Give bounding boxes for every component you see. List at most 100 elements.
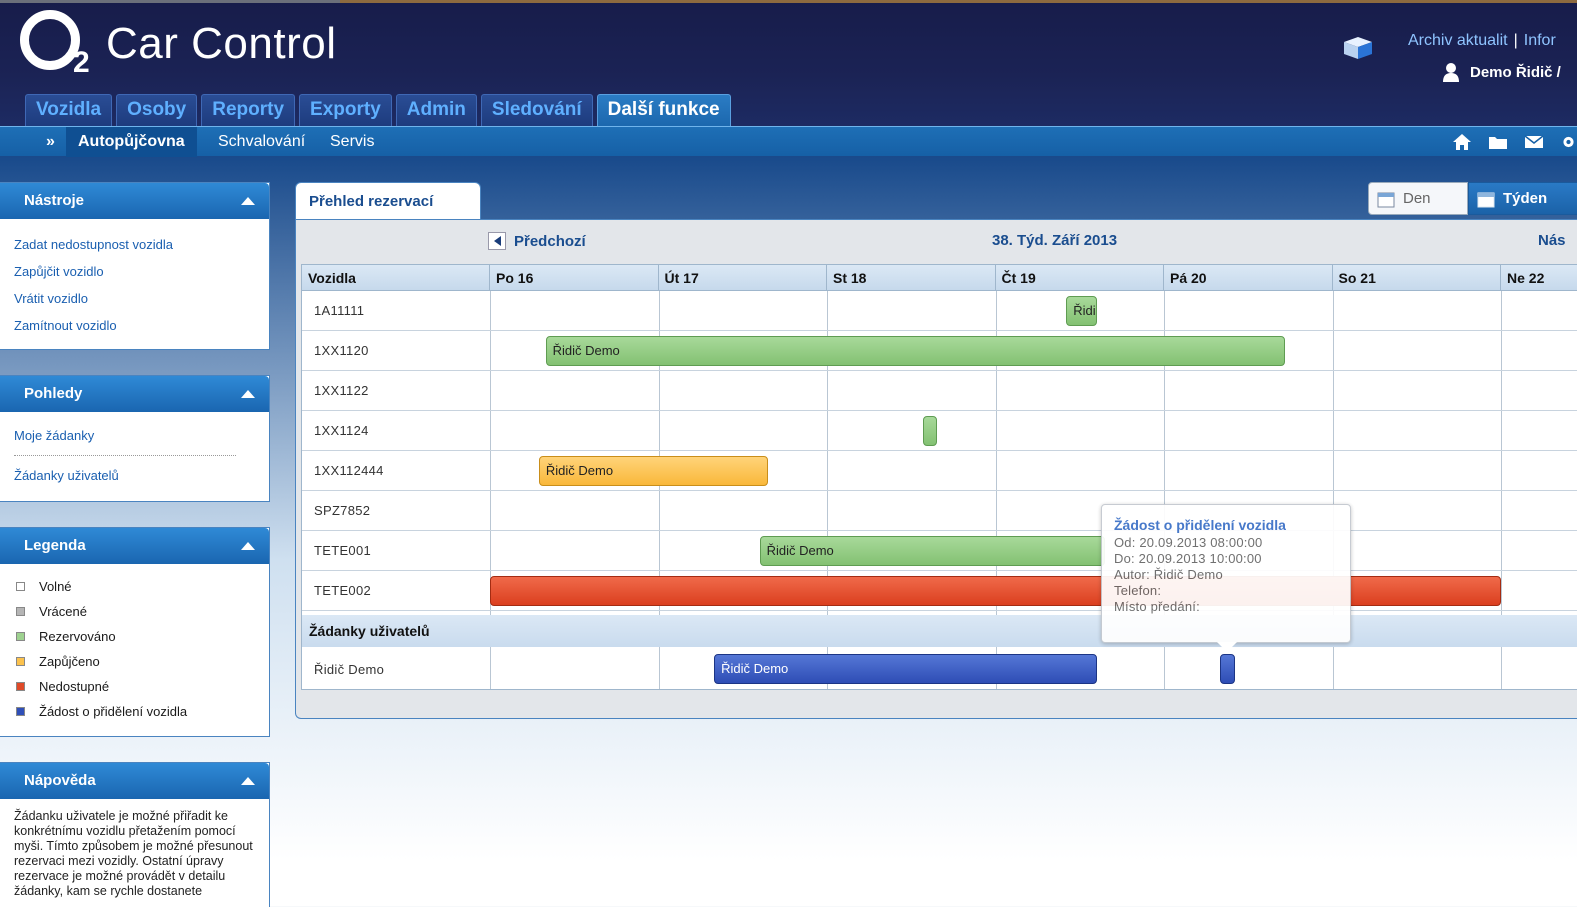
column-header-day: Ne 22: [1501, 265, 1577, 291]
tooltip-author: Autor: Řidič Demo: [1114, 567, 1223, 582]
archive-cube-icon: [1344, 37, 1372, 59]
legend-label: Rezervováno: [39, 629, 116, 644]
week-title: 38. Týd. Září 2013: [992, 232, 1118, 249]
tab-exporty[interactable]: Exporty: [299, 94, 392, 127]
legend-item: Volné: [14, 574, 255, 599]
views-panel-header[interactable]: Pohledy: [0, 376, 269, 412]
folder-icon[interactable]: [1488, 133, 1508, 151]
subnav-servis[interactable]: Servis: [318, 127, 386, 157]
legend-label: Vrácené: [39, 604, 87, 619]
vehicle-label: SPZ7852: [314, 503, 371, 518]
tooltip-place: Místo předání:: [1114, 599, 1200, 614]
link-lend-vehicle[interactable]: Zapůjčit vozidlo: [14, 258, 255, 285]
tab-reservations-overview[interactable]: Přehled rezervací: [295, 182, 481, 220]
top-border-accent: [340, 0, 1577, 3]
request-row-label: Řidič Demo: [314, 662, 385, 677]
tab-osoby[interactable]: Osoby: [116, 94, 198, 127]
link-return-vehicle[interactable]: Vrátit vozidlo: [14, 285, 255, 312]
collapse-icon[interactable]: [241, 390, 255, 398]
subnav-autopujcovna[interactable]: Autopůjčovna: [66, 127, 197, 157]
legend-swatch: [16, 582, 25, 591]
column-header-vehicles: Vozidla: [302, 265, 490, 291]
column-header-day: St 18: [827, 265, 996, 291]
vehicle-label: TETE001: [314, 543, 372, 558]
home-icon[interactable]: [1452, 133, 1472, 151]
user-menu[interactable]: Demo Řidič /: [1442, 62, 1561, 82]
collapse-icon[interactable]: [241, 542, 255, 550]
view-week-label: Týden: [1503, 190, 1548, 207]
grid-row-line: [302, 610, 1577, 611]
tooltip-title: Žádost o přidělení vozidla: [1114, 517, 1286, 533]
user-icon: [1443, 63, 1459, 82]
link-set-unavailable[interactable]: Zadat nedostupnost vozidla: [14, 231, 255, 258]
help-panel-header[interactable]: Nápověda: [0, 763, 269, 799]
view-switch: Den Týden: [1368, 182, 1577, 215]
reservation-bar[interactable]: Řidič Demo: [759, 536, 1106, 566]
legend-swatch: [16, 707, 25, 716]
archive-news-link[interactable]: Archiv aktualit: [1408, 32, 1508, 49]
tooltip-to: Do: 20.09.2013 10:00:00: [1114, 551, 1262, 566]
vehicle-label: 1XX112444: [314, 463, 384, 478]
tools-panel-title: Nástroje: [24, 192, 85, 209]
legend-swatch: [16, 632, 25, 641]
help-panel-title: Nápověda: [24, 772, 96, 789]
o2-logo-subscript: 2: [73, 46, 90, 79]
tab-sledovani[interactable]: Sledování: [480, 94, 593, 127]
legend-swatch: [16, 682, 25, 691]
vehicle-label: TETE002: [314, 583, 372, 598]
legend-panel-title: Legenda: [24, 537, 86, 554]
view-day-button[interactable]: Den: [1368, 182, 1468, 215]
reservation-bar[interactable]: Řidič Demo: [1066, 296, 1097, 326]
legend-label: Nedostupné: [39, 679, 110, 694]
tab-dalsi-funkce[interactable]: Další funkce: [596, 94, 731, 127]
reservation-bar[interactable]: Řidič Demo: [714, 654, 1097, 684]
tooltip-pointer: [1217, 642, 1237, 652]
tab-reporty[interactable]: Reporty: [201, 94, 296, 127]
views-panel-title: Pohledy: [24, 385, 83, 402]
tab-vozidla[interactable]: Vozidla: [25, 94, 113, 127]
info-link[interactable]: Infor: [1524, 32, 1556, 49]
settings-gear-icon[interactable]: [1560, 133, 1577, 151]
app-header: 2 Car Control Archiv aktualit | Infor Demo…: [0, 0, 1577, 127]
legend-item: Nedostupné: [14, 674, 255, 699]
sub-navigation: » Autopůjčovna Schvalování Servis: [0, 126, 1577, 157]
tooltip-from: Od: 20.09.2013 08:00:00: [1114, 535, 1263, 550]
user-name: Demo Řidič /: [1470, 63, 1561, 81]
grid-row-line: [302, 450, 1577, 451]
legend-panel-header[interactable]: Legenda: [0, 528, 269, 564]
main-tabs: Vozidla Osoby Reporty Exporty Admin Sled…: [25, 94, 731, 127]
reservation-bar[interactable]: Řidič Demo: [538, 456, 769, 486]
grid-row-line: [302, 370, 1577, 371]
tools-panel-header[interactable]: Nástroje: [0, 183, 269, 219]
column-header-day: So 21: [1332, 265, 1501, 291]
vehicle-label: 1XX1124: [314, 423, 369, 438]
reservation-bar[interactable]: Řidič Demo: [545, 336, 1286, 366]
legend-swatch: [16, 657, 25, 666]
header-links: Archiv aktualit | Infor: [1408, 32, 1556, 50]
divider: [14, 455, 236, 456]
column-header-day: Po 16: [490, 265, 659, 291]
previous-week-button[interactable]: Předchozí: [488, 232, 586, 250]
reservation-bar[interactable]: [923, 416, 937, 446]
subnav-expand-icon[interactable]: »: [46, 133, 55, 151]
legend-label: Žádost o přidělení vozidla: [39, 704, 188, 719]
subnav-schvalovani[interactable]: Schvalování: [206, 127, 317, 157]
view-day-label: Den: [1403, 190, 1431, 207]
vehicle-label: 1A11111: [314, 303, 365, 318]
previous-label: Předchozí: [514, 232, 586, 250]
next-week-button[interactable]: Nás: [1538, 232, 1566, 249]
reservation-bar[interactable]: [1219, 654, 1235, 684]
calendar-icon: [1377, 192, 1395, 207]
collapse-icon[interactable]: [241, 777, 255, 785]
link-my-requests[interactable]: Moje žádanky: [14, 422, 255, 449]
collapse-icon[interactable]: [241, 197, 255, 205]
view-week-button[interactable]: Týden: [1468, 182, 1577, 215]
link-user-requests[interactable]: Žádanky uživatelů: [14, 462, 255, 489]
tab-admin[interactable]: Admin: [395, 94, 477, 127]
link-reject-vehicle[interactable]: Zamítnout vozidlo: [14, 312, 255, 339]
mail-icon[interactable]: [1524, 133, 1544, 151]
legend-item: Rezervováno: [14, 624, 255, 649]
grid-row-line: [302, 530, 1577, 531]
grid-row-line: [302, 330, 1577, 331]
o2-logo-ring: [20, 10, 80, 70]
